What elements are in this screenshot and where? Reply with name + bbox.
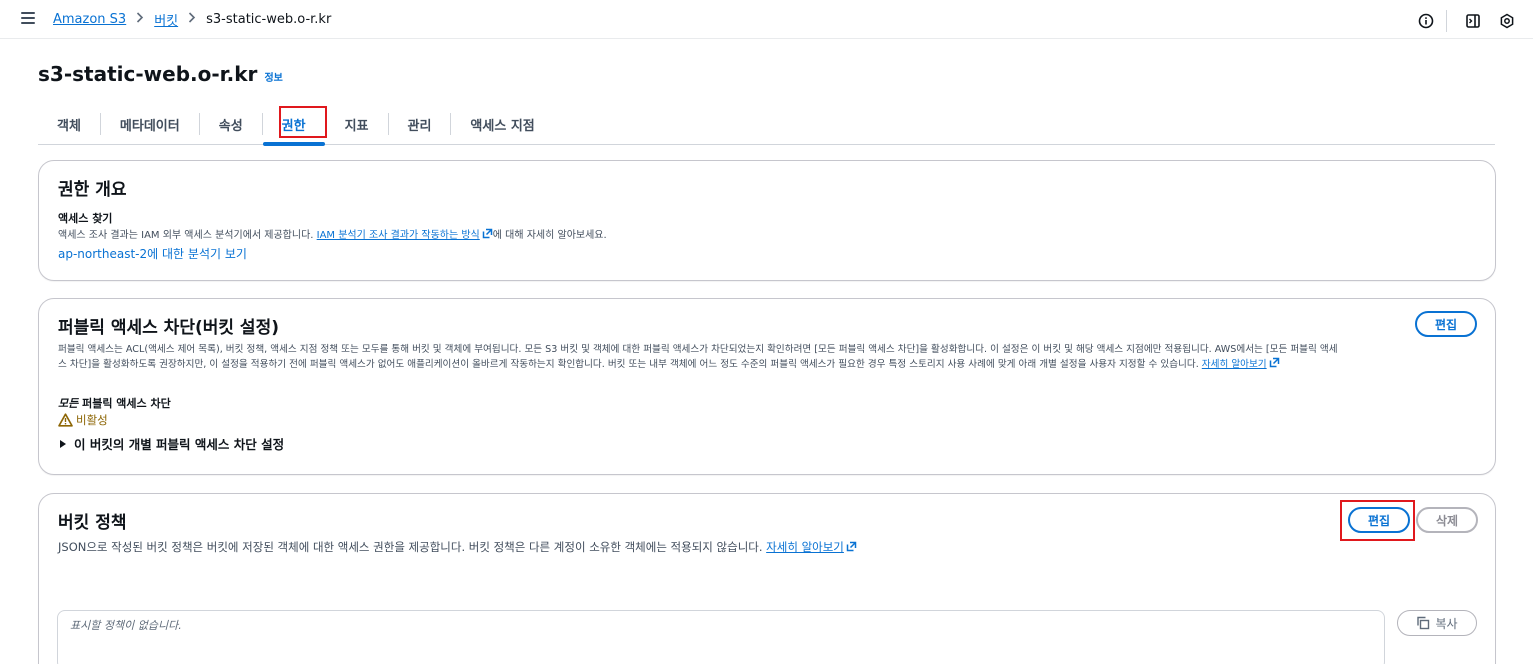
edit-bucket-policy-button[interactable]: 편집: [1348, 507, 1410, 533]
breadcrumb-current: s3-static-web.o-r.kr: [206, 12, 332, 27]
access-findings-description: 액세스 조사 결과는 IAM 외부 액세스 분석기에서 제공합니다. IAM 분…: [58, 228, 607, 243]
block-all-status: 비활성: [58, 412, 108, 428]
access-findings-label: 액세스 찾기: [58, 212, 113, 225]
block-public-access-title: 퍼블릭 액세스 차단(버킷 설정): [58, 318, 279, 338]
info-icon[interactable]: [1417, 13, 1434, 30]
block-public-access-desc-line2: 스 차단]을 활성화하도록 권장하지만, 이 설정을 적용하기 전에 퍼블릭 액…: [58, 359, 1202, 370]
info-link[interactable]: 정보: [264, 69, 282, 84]
chevron-right-icon: [188, 12, 196, 27]
block-all-emphasis: 모든: [58, 397, 79, 410]
status-text: 비활성: [76, 413, 108, 427]
breadcrumb: Amazon S3 버킷 s3-static-web.o-r.kr: [53, 10, 331, 29]
bucket-policy-description: JSON으로 작성된 버킷 정책은 버킷에 저장된 객체에 대한 액세스 권한을…: [58, 539, 857, 555]
chevron-right-icon: [136, 12, 144, 27]
warning-icon: [58, 413, 73, 427]
top-navigation-bar: Amazon S3 버킷 s3-static-web.o-r.kr: [0, 0, 1533, 39]
access-findings-desc-suffix: 에 대해 자세히 알아보세요.: [492, 230, 607, 241]
external-link-icon: [482, 228, 493, 239]
bucket-policy-title: 버킷 정책: [58, 513, 127, 533]
block-public-access-desc-line1: 퍼블릭 액세스는 ACL(액세스 제어 목록), 버킷 정책, 액세스 지점 정…: [58, 344, 1338, 355]
policy-empty-text: 표시할 정책이 없습니다.: [70, 619, 182, 632]
tab-management[interactable]: 관리: [389, 104, 451, 145]
delete-bucket-policy-button[interactable]: 삭제: [1416, 507, 1478, 533]
permissions-overview-card: 권한 개요 액세스 찾기 액세스 조사 결과는 IAM 외부 액세스 분석기에서…: [38, 160, 1496, 281]
copy-label: 복사: [1435, 616, 1458, 631]
divider: [1446, 10, 1447, 32]
external-link-icon: [1269, 357, 1279, 368]
external-link-icon: [846, 541, 857, 552]
bucket-policy-desc-text: JSON으로 작성된 버킷 정책은 버킷에 저장된 객체에 대한 액세스 권한을…: [58, 540, 767, 554]
settings-icon[interactable]: [1498, 13, 1515, 30]
page-title: s3-static-web.o-r.kr: [38, 62, 258, 86]
menu-icon[interactable]: [21, 12, 36, 26]
individual-settings-expander[interactable]: 이 버킷의 개별 퍼블릭 액세스 차단 설정: [58, 434, 284, 453]
tab-metrics[interactable]: 지표: [326, 104, 388, 145]
block-public-access-card: 퍼블릭 액세스 차단(버킷 설정) 편집 퍼블릭 액세스는 ACL(액세스 제어…: [38, 298, 1496, 475]
utility-icons: [1400, 10, 1515, 32]
copy-policy-button[interactable]: 복사: [1397, 610, 1477, 636]
tab-bar: 객체 메타데이터 속성 권한 지표 관리 액세스 지점: [38, 104, 1495, 146]
tab-metadata[interactable]: 메타데이터: [101, 104, 199, 145]
tab-access-points[interactable]: 액세스 지점: [451, 104, 553, 145]
caret-right-icon: [60, 439, 66, 448]
block-all-public-access-label: 모든 퍼블릭 액세스 차단: [58, 395, 171, 411]
policy-viewer: 표시할 정책이 없습니다.: [57, 610, 1385, 664]
breadcrumb-amazon-s3[interactable]: Amazon S3: [53, 12, 126, 27]
breadcrumb-buckets[interactable]: 버킷: [154, 10, 178, 29]
block-all-rest: 퍼블릭 액세스 차단: [78, 397, 171, 410]
side-panel-icon[interactable]: [1464, 13, 1481, 30]
iam-analyzer-link[interactable]: IAM 분석기 조사 결과가 작동하는 방식: [317, 230, 480, 241]
tab-objects[interactable]: 객체: [38, 104, 100, 145]
copy-icon: [1417, 616, 1430, 630]
expander-label: 이 버킷의 개별 퍼블릭 액세스 차단 설정: [74, 437, 285, 452]
edit-block-public-access-button[interactable]: 편집: [1415, 311, 1477, 337]
permissions-overview-title: 권한 개요: [58, 180, 127, 200]
access-findings-desc-prefix: 액세스 조사 결과는 IAM 외부 액세스 분석기에서 제공합니다.: [58, 230, 317, 241]
tab-permissions[interactable]: 권한: [262, 104, 325, 146]
bucket-policy-learn-more-link[interactable]: 자세히 알아보기: [766, 540, 844, 554]
block-public-access-desc-line2-wrap: 스 차단]을 활성화하도록 권장하지만, 이 설정을 적용하기 전에 퍼블릭 액…: [58, 357, 1473, 372]
tab-properties[interactable]: 속성: [200, 104, 262, 145]
view-analyzer-link[interactable]: ap-northeast-2에 대한 분석기 보기: [58, 245, 247, 262]
block-public-access-description: 퍼블릭 액세스는 ACL(액세스 제어 목록), 버킷 정책, 액세스 지점 정…: [58, 342, 1473, 372]
page-header: s3-static-web.o-r.kr 정보: [38, 62, 283, 86]
learn-more-link[interactable]: 자세히 알아보기: [1202, 359, 1267, 370]
